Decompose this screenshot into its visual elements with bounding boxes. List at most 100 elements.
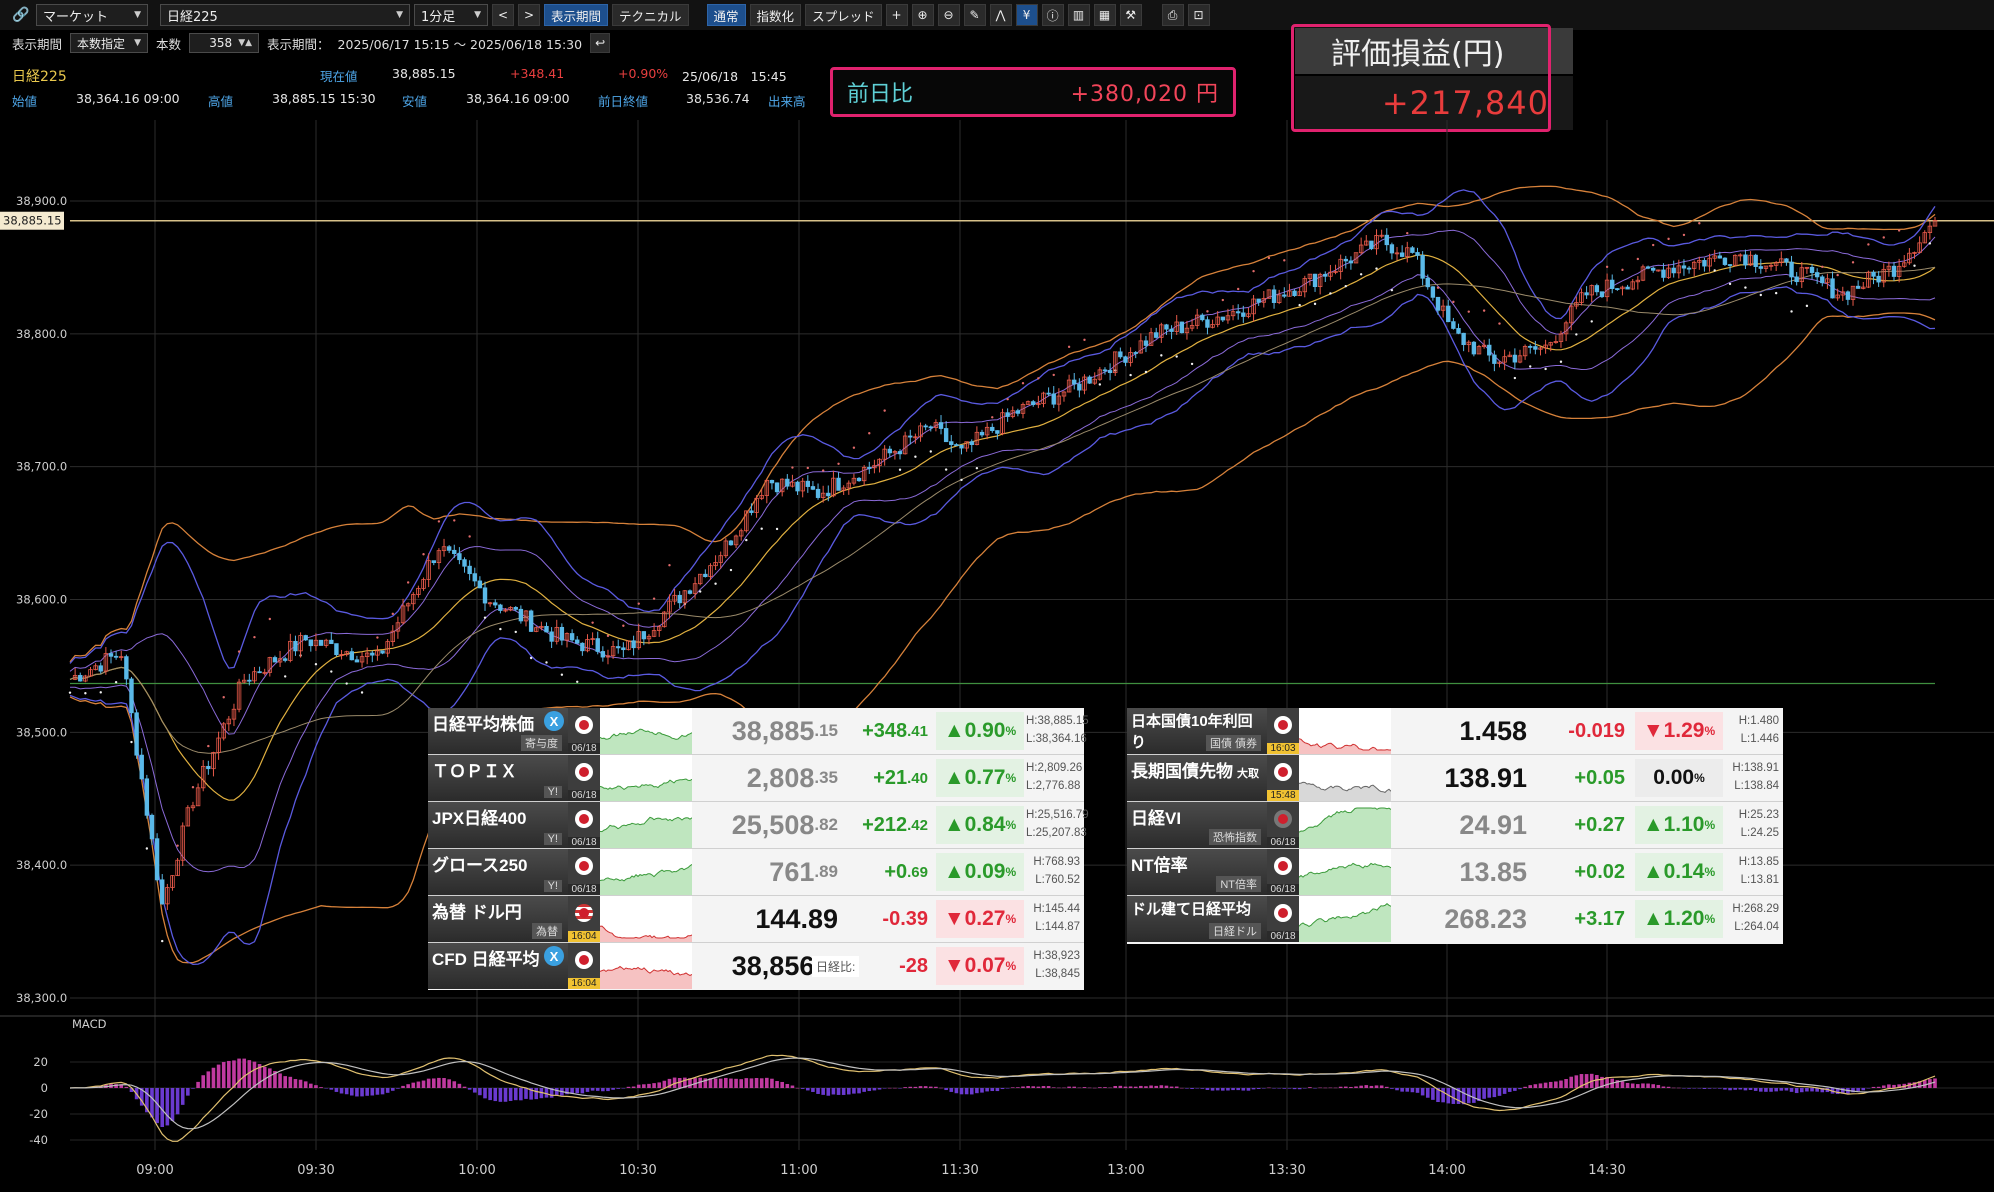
market-row[interactable]: 為替 ドル円 為替 16:04 144.89 -0.39 ▼0.27% H:145.44 L:… (428, 896, 1084, 943)
market-row[interactable]: グロース250 Y! 06/18 761.89 +0.69 ▲0.09% H:768.93 L… (428, 849, 1084, 896)
market-row[interactable]: 日本国債10年利回り 国債 債券 16:03 1.458 -0.019 ▼1.29% H:1… (1127, 708, 1783, 755)
market-name[interactable]: 日経平均株価 X 寄与度 (428, 708, 568, 754)
sar-dot (1098, 383, 1102, 386)
macd-hist-bar (1538, 1083, 1543, 1088)
market-row[interactable]: ドル建て日経平均 日経ドル 06/18 268.23 +3.17 ▲1.20% H:268.… (1127, 896, 1783, 943)
settings-row: 表示期間 本数指定 ▼ 本数 358 ▼▲ 表示期間： 2025/06/17 15:… (0, 31, 1994, 55)
jp-flag-icon (575, 716, 593, 734)
sparkline (1298, 755, 1392, 801)
sar-dot (1698, 222, 1701, 225)
sar-dot (222, 696, 225, 699)
wrench-icon[interactable]: ⚒ (1119, 4, 1142, 26)
market-row[interactable]: 日経VI 恐怖指数 06/18 24.91 +0.27 ▲1.10% H:25.23 L:24… (1127, 802, 1783, 849)
macd-hist-bar (1272, 1088, 1276, 1089)
market-name[interactable]: 長期国債先物 大取 (1127, 755, 1267, 801)
market-name[interactable]: 為替 ドル円 為替 (428, 896, 568, 942)
line-tool-icon[interactable]: ⋀ (989, 4, 1012, 26)
news-icon[interactable]: ▥ (1067, 4, 1090, 26)
period-button[interactable]: 表示期間 (544, 4, 609, 26)
x-share-icon[interactable]: X (544, 711, 564, 731)
candle-body (472, 573, 477, 582)
sar-dot (68, 691, 72, 694)
market-name[interactable]: NT倍率 NT倍率 (1127, 849, 1267, 895)
macd-hist-bar (595, 1088, 600, 1091)
market-name[interactable]: ＴＯＰＩＸ Y! (428, 755, 568, 801)
market-row[interactable]: JPX日経400 Y! 06/18 25,508.82 +212.42 ▲0.84% H:2… (428, 802, 1089, 849)
interval-select[interactable]: 1分足 ▼ (414, 4, 488, 26)
market-row[interactable]: 長期国債先物 大取 15:48 138.91 +0.05 0.00% H:138.91 L:1… (1127, 755, 1783, 802)
macd-hist-bar (1287, 1088, 1292, 1089)
candle-body (1312, 273, 1318, 288)
pen-icon[interactable]: ✎ (963, 4, 986, 26)
market-row[interactable]: 日経平均株価 X 寄与度 06/18 38,885.15 +348.41 ▲0.90% H:3… (428, 708, 1089, 755)
market-name[interactable]: 日本国債10年利回り 国債 債券 (1127, 708, 1267, 754)
bar-icon[interactable]: ▦ (1093, 4, 1116, 26)
flag-icon: 06/18 (1267, 896, 1299, 942)
macd-hist-bar (1697, 1088, 1702, 1089)
market-row[interactable]: NT倍率 NT倍率 06/18 13.85 +0.02 ▲0.14% H:13.85 L:13… (1127, 849, 1783, 896)
macd-hist-bar (360, 1088, 364, 1097)
pct-unit: % (1005, 724, 1017, 738)
sar-dot (1052, 373, 1055, 377)
candle-body (1661, 269, 1666, 278)
macd-hist-bar (237, 1058, 241, 1088)
market-row[interactable]: ＴＯＰＩＸ Y! 06/18 2,808.35 +21.40 ▲0.77% H:2,809.… (428, 755, 1084, 802)
info-icon[interactable]: ⓘ (1041, 4, 1064, 26)
market-name[interactable]: 日経VI 恐怖指数 (1127, 802, 1267, 848)
count-input[interactable]: 358 ▼▲ (189, 33, 260, 53)
sparkline-chart (1298, 903, 1392, 942)
crosshair-icon[interactable]: + (885, 4, 908, 26)
macd-hist-bar (1595, 1075, 1599, 1088)
macd-hist-bar (1021, 1086, 1025, 1088)
spread-button[interactable]: スプレッド (805, 4, 882, 26)
market-name[interactable]: JPX日経400 Y! (428, 802, 568, 848)
pct-value: ▼0.27 (943, 907, 1006, 930)
sar-dot (637, 602, 640, 605)
sar-dot (161, 939, 164, 943)
next-button[interactable]: > (518, 4, 540, 26)
market-row[interactable]: CFD 日経平均X16:0438,856.50日経比:-28▼0.07%H:38… (428, 943, 1084, 990)
macd-hist-bar (1451, 1088, 1456, 1104)
stepper-icon[interactable]: ▼▲ (238, 38, 252, 48)
market-sub-label: 寄与度 (521, 735, 562, 751)
count-mode-select[interactable]: 本数指定 ▼ (70, 33, 149, 53)
index-button[interactable]: 指数化 (749, 4, 802, 26)
market-name[interactable]: CFD 日経平均 X (428, 943, 568, 989)
print-icon[interactable]: ⎙ (1161, 4, 1184, 26)
candle-body (1784, 258, 1789, 263)
candle-body (247, 679, 252, 682)
market-low: L:144.87 (1035, 921, 1080, 933)
sar-dot (1774, 291, 1778, 295)
candle-body (580, 642, 585, 652)
macd-hist-bar (1799, 1088, 1804, 1093)
macd-hist-bar (1384, 1086, 1389, 1088)
candle-body (1046, 392, 1051, 395)
link-icon[interactable]: 🔗 (10, 4, 32, 26)
y-tick-label: 38,600.0 (16, 593, 67, 607)
symbol-select[interactable]: 日経225 ▼ (160, 4, 410, 26)
sar-dot (714, 582, 717, 585)
sar-dot (1529, 365, 1532, 368)
macd-hist-bar (1646, 1083, 1650, 1088)
candle-body (959, 444, 964, 449)
market-date: 06/18 (1267, 931, 1299, 942)
market-select[interactable]: マーケット ▼ (36, 4, 148, 26)
normal-button[interactable]: 通常 (706, 4, 746, 26)
market-name[interactable]: ドル建て日経平均 日経ドル (1127, 896, 1267, 942)
expand-icon[interactable]: ⊡ (1187, 4, 1210, 26)
market-name[interactable]: グロース250 Y! (428, 849, 568, 895)
zoom-in-icon[interactable]: ⊕ (911, 4, 934, 26)
prev-button[interactable]: < (492, 4, 514, 26)
zoom-out-icon[interactable]: ⊖ (937, 4, 960, 26)
price-chart[interactable]: 38,900.0 38,800.0 38,700.0 38,600.0 38,500.0… (0, 120, 1994, 1192)
return-icon[interactable]: ↩ (590, 33, 611, 53)
macd-hist-bar (380, 1088, 385, 1095)
x-share-icon[interactable]: X (544, 946, 564, 966)
yen-icon[interactable]: ¥ (1015, 4, 1038, 26)
sar-dot (437, 520, 441, 523)
macd-hist-bar (124, 1086, 129, 1088)
technical-button[interactable]: テクニカル (612, 4, 689, 26)
macd-hist-bar (1718, 1088, 1722, 1089)
sar-dot (929, 450, 932, 453)
sar-dot (499, 627, 502, 631)
